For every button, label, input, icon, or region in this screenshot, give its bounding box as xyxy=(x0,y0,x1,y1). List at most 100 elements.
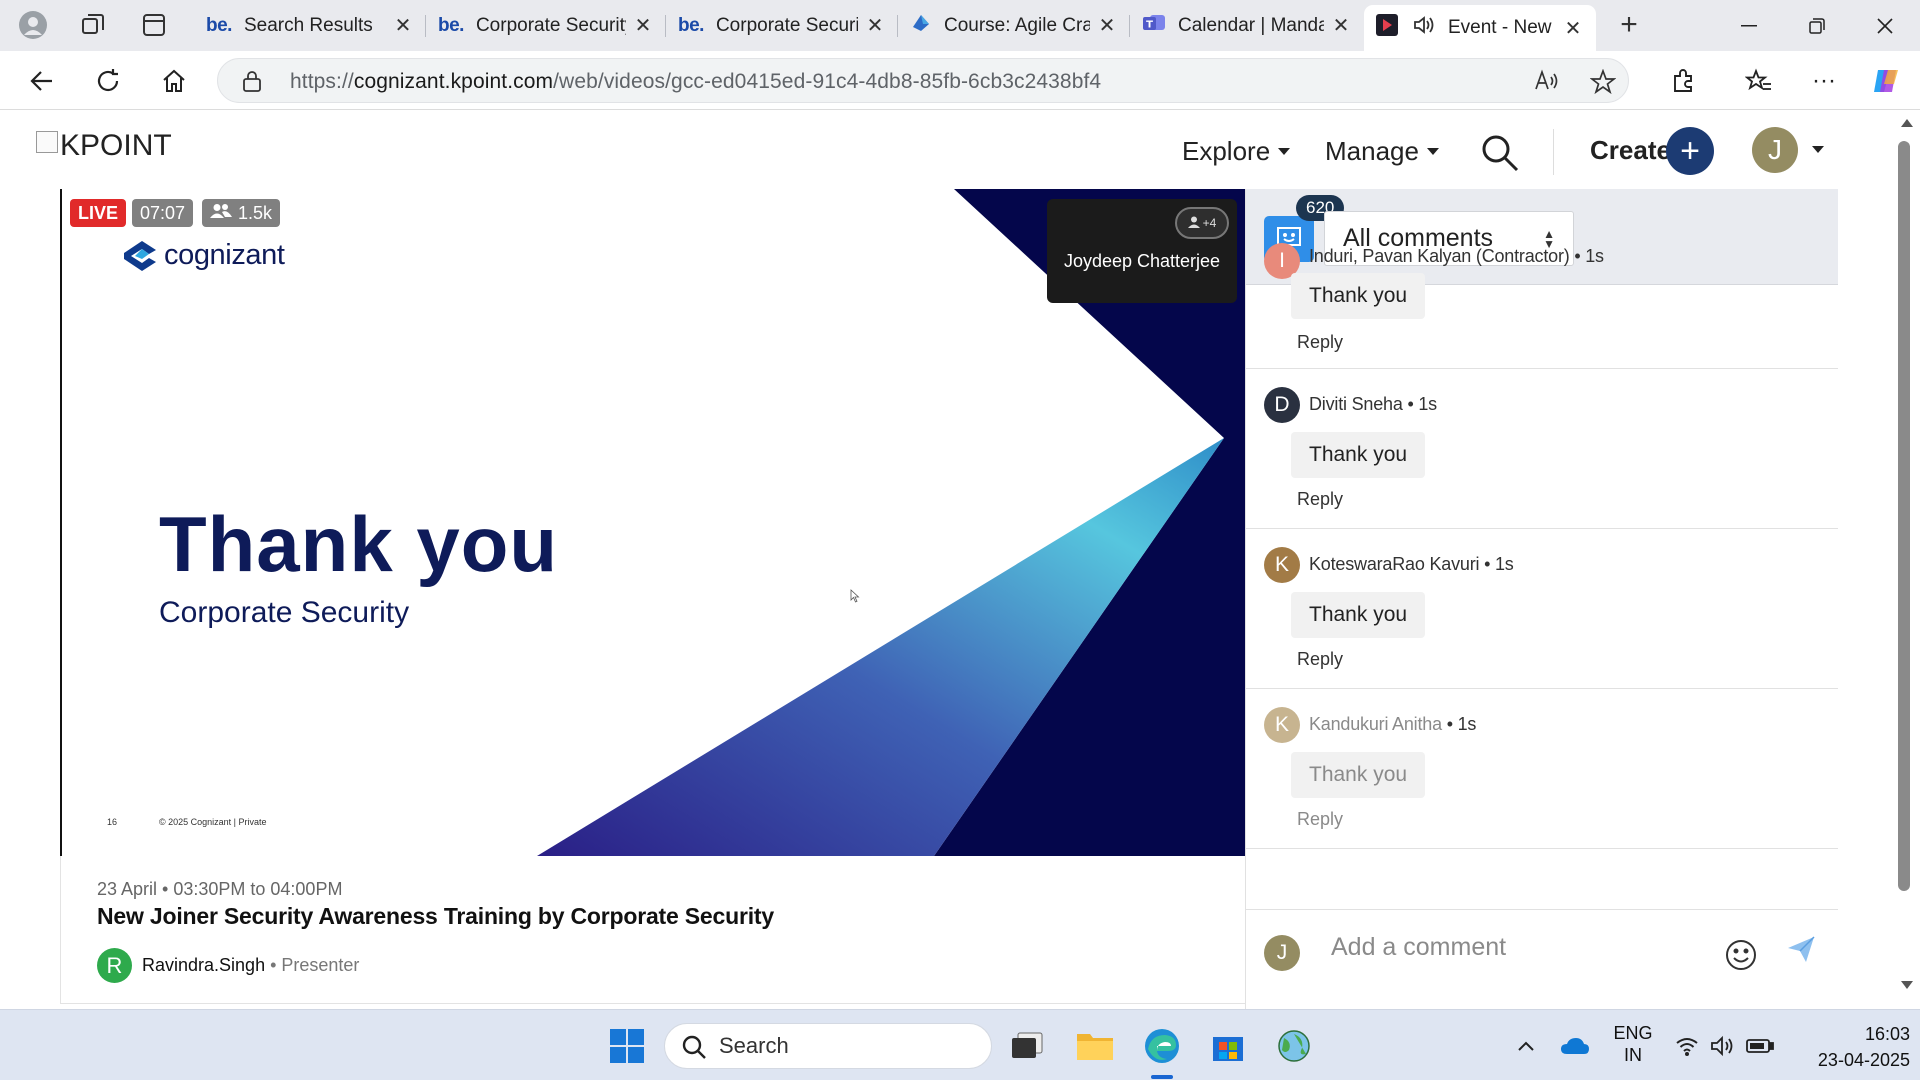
page-content: KPOINT Explore Manage Create + J LIVE 07… xyxy=(0,111,1920,1009)
create-label[interactable]: Create xyxy=(1590,135,1671,166)
speaker-icon[interactable] xyxy=(1412,14,1436,42)
svg-text:T: T xyxy=(1146,19,1153,30)
user-avatar[interactable]: J xyxy=(1752,127,1798,173)
windows-start-icon[interactable] xyxy=(603,1022,651,1070)
avatar: D xyxy=(1264,387,1300,423)
comment-text: Thank you xyxy=(1291,432,1426,478)
language-indicator[interactable]: ENG IN xyxy=(1612,1022,1654,1066)
event-title: New Joiner Security Awareness Training b… xyxy=(97,903,774,929)
new-tab-icon[interactable]: + xyxy=(1612,8,1646,42)
avatar: K xyxy=(1264,707,1300,743)
comments-panel: 620 All comments ▲ ▼ I Induri, Pavan Kaly… xyxy=(1245,189,1838,1009)
nav-manage[interactable]: Manage xyxy=(1325,136,1439,167)
comment-input[interactable]: Add a comment xyxy=(1331,933,1506,962)
reply-link[interactable]: Reply xyxy=(1297,489,1343,510)
workspaces-icon[interactable] xyxy=(76,8,110,42)
close-icon[interactable]: ✕ xyxy=(864,13,886,38)
tab-actions-icon[interactable] xyxy=(137,8,171,42)
close-icon[interactable]: ✕ xyxy=(1330,13,1352,38)
comment-composer: J Add a comment xyxy=(1246,909,1838,1009)
file-explorer-icon[interactable] xyxy=(1071,1022,1119,1070)
tab-title: Course: Agile Craft xyxy=(944,14,1090,36)
edge-browser-icon[interactable] xyxy=(1138,1022,1186,1070)
viewers-badge: 1.5k xyxy=(202,199,281,227)
tab-corporate-security-2[interactable]: be. Corporate Security ✕ xyxy=(666,5,898,46)
reply-link[interactable]: Reply xyxy=(1297,809,1343,830)
home-icon[interactable] xyxy=(156,63,192,99)
copilot-icon[interactable] xyxy=(1868,63,1904,99)
caret-down-icon xyxy=(1278,148,1291,155)
comment-author: KoteswaraRao Kavuri • 1s xyxy=(1309,554,1514,574)
browser-tab-bar: be. Search Results ✕ be. Corporate Secur… xyxy=(0,0,1920,51)
event-date: 23 April • 03:30PM to 04:00PM xyxy=(97,879,343,899)
presenter-name: Joydeep Chatterjee xyxy=(1063,251,1221,271)
tab-calendar[interactable]: T Calendar | Mandatory ✕ xyxy=(1130,5,1364,46)
participants-pill[interactable]: +4 xyxy=(1175,207,1229,239)
person-icon xyxy=(1187,216,1200,231)
minimize-icon[interactable] xyxy=(1716,0,1782,51)
taskbar-search[interactable]: Search xyxy=(664,1023,992,1069)
close-icon[interactable]: ✕ xyxy=(392,13,414,38)
tab-course[interactable]: Course: Agile Craft ✕ xyxy=(898,5,1130,46)
reply-link[interactable]: Reply xyxy=(1297,332,1343,353)
kpoint-logo[interactable]: KPOINT xyxy=(36,129,172,163)
slide-subtitle: Corporate Security xyxy=(159,596,410,629)
extensions-icon[interactable] xyxy=(1666,63,1702,99)
course-icon xyxy=(910,12,932,40)
tab-search-results[interactable]: be. Search Results ✕ xyxy=(194,5,426,46)
video-player[interactable]: LIVE 07:07 1.5k cognizant Thank you Corp… xyxy=(60,189,1245,856)
show-hidden-icons-icon[interactable] xyxy=(1503,1022,1549,1070)
emoji-icon[interactable] xyxy=(1724,938,1758,977)
close-icon[interactable]: ✕ xyxy=(1562,16,1584,41)
users-icon xyxy=(210,203,232,224)
close-icon[interactable]: ✕ xyxy=(632,13,654,38)
tab-corporate-security-1[interactable]: be. Corporate Security ✕ xyxy=(426,5,666,46)
comment-item: D Diviti Sneha • 1s Thank you Reply xyxy=(1246,369,1838,529)
cognizant-logo: cognizant xyxy=(122,239,285,272)
more-options-icon[interactable]: ··· xyxy=(1806,63,1842,99)
presenter-role: • Presenter xyxy=(265,955,360,975)
tab-event-new[interactable]: Event - New ✕ xyxy=(1364,5,1596,51)
lock-icon[interactable] xyxy=(242,70,262,97)
back-icon[interactable] xyxy=(24,63,60,99)
be-icon: be. xyxy=(438,14,464,36)
comment-author: Kandukuri Anitha • 1s xyxy=(1309,714,1477,734)
profile-icon[interactable] xyxy=(16,8,50,42)
be-icon: be. xyxy=(206,14,232,36)
close-icon[interactable]: ✕ xyxy=(1096,13,1118,38)
restore-icon[interactable] xyxy=(1784,0,1850,51)
address-bar: https://cognizant.kpoint.com/web/videos/… xyxy=(0,51,1920,110)
presenter-info: Ravindra.Singh • Presenter xyxy=(142,955,359,976)
refresh-icon[interactable] xyxy=(90,63,126,99)
onedrive-icon[interactable] xyxy=(1552,1022,1598,1070)
search-icon[interactable] xyxy=(1480,133,1520,173)
url-field[interactable]: https://cognizant.kpoint.com/web/videos/… xyxy=(217,58,1629,103)
clock[interactable]: 16:03 23-04-2025 xyxy=(1790,1021,1910,1073)
caret-down-icon xyxy=(1426,148,1439,155)
comment-item: I Induri, Pavan Kalyan (Contractor) • 1s… xyxy=(1246,243,1838,369)
presenter-tile[interactable]: +4 Joydeep Chatterjee xyxy=(1047,199,1237,303)
tab-title: Calendar | Mandatory xyxy=(1178,14,1324,36)
read-aloud-icon[interactable] xyxy=(1534,69,1562,98)
be-icon: be. xyxy=(678,14,704,36)
battery-icon[interactable] xyxy=(1738,1022,1782,1070)
avatar: K xyxy=(1264,547,1300,583)
close-window-icon[interactable] xyxy=(1852,0,1918,51)
mouse-cursor-icon xyxy=(850,589,860,608)
microsoft-store-icon[interactable] xyxy=(1204,1022,1252,1070)
send-icon[interactable] xyxy=(1786,934,1816,969)
nav-explore[interactable]: Explore xyxy=(1182,136,1291,167)
reply-link[interactable]: Reply xyxy=(1297,649,1343,670)
create-button[interactable]: + xyxy=(1666,127,1714,175)
favorite-star-icon[interactable] xyxy=(1589,68,1617,100)
task-view-icon[interactable] xyxy=(1003,1022,1051,1070)
search-icon xyxy=(681,1034,707,1066)
caret-down-icon[interactable] xyxy=(1812,146,1824,153)
presenter-link[interactable]: Ravindra.Singh xyxy=(142,955,265,975)
comment-text: Thank you xyxy=(1291,752,1426,798)
teams-icon: T xyxy=(1142,12,1166,40)
comment-text: Thank you xyxy=(1291,592,1426,638)
favorites-icon[interactable] xyxy=(1741,63,1777,99)
scrollbar-thumb[interactable] xyxy=(1898,141,1910,891)
globe-app-icon[interactable] xyxy=(1270,1022,1318,1070)
